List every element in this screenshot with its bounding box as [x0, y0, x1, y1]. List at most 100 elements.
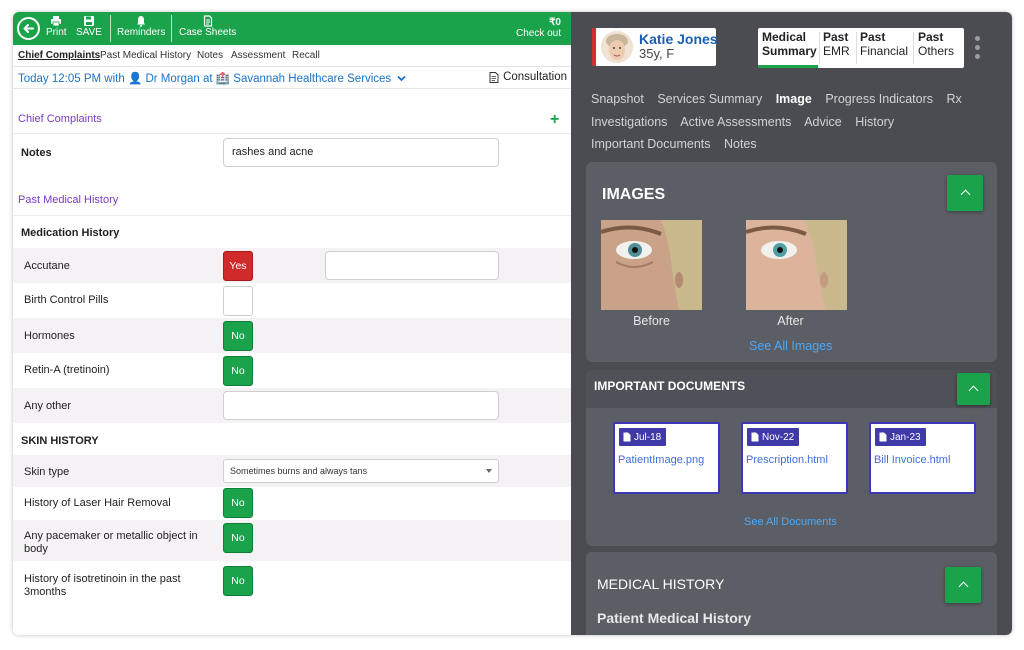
tab-past-financial[interactable]: Past Financial — [860, 30, 908, 58]
isotretinoin-no-toggle[interactable]: No — [223, 566, 253, 596]
nav-rx[interactable]: Rx — [946, 92, 961, 106]
tab-label: EMR — [823, 44, 850, 58]
before-caption: Before — [633, 314, 670, 328]
file-icon — [751, 432, 759, 442]
tab-assessment[interactable]: Assessment — [231, 50, 285, 61]
nav-advice[interactable]: Advice — [804, 115, 842, 129]
document-name: Bill Invoice.html — [874, 454, 951, 466]
reminders-button[interactable]: Reminders — [117, 15, 165, 39]
tab-past-medical-history[interactable]: Past Medical History — [100, 50, 191, 61]
top-toolbar: Print SAVE Reminders Case Sheets ₹0 Chec… — [13, 12, 571, 45]
medical-history-title: MEDICAL HISTORY — [597, 576, 725, 592]
document-icon — [203, 15, 212, 27]
tab-divider — [913, 32, 914, 64]
face-photo — [601, 220, 702, 310]
nav-investigations[interactable]: Investigations — [591, 115, 667, 129]
case-sheets-label: Case Sheets — [179, 27, 237, 38]
retin-a-no-toggle[interactable]: No — [223, 356, 253, 386]
after-caption: After — [777, 314, 804, 328]
floppy-disk-icon — [83, 16, 94, 26]
checkout-amount: ₹0 — [549, 17, 561, 28]
save-button[interactable]: SAVE — [76, 15, 102, 39]
document-tile[interactable]: Jul-18 PatientImage.png — [613, 422, 720, 494]
see-all-images-link[interactable]: See All Images — [749, 339, 832, 353]
active-tab-indicator — [758, 65, 818, 68]
tab-label: Summary — [762, 44, 817, 58]
tab-medical-summary[interactable]: Medical Summary — [762, 30, 817, 58]
nav-active-assessments[interactable]: Active Assessments — [680, 115, 791, 129]
nav-important-documents[interactable]: Important Documents — [591, 137, 711, 151]
toolbar-divider — [110, 15, 111, 42]
medication-row-retin-a: Retin-A (tretinoin) — [13, 353, 571, 388]
visit-details: Today 12:05 PM with 👤 Dr Morgan at 🏥 Sav… — [18, 73, 392, 85]
document-date: Jan-23 — [890, 431, 921, 443]
medication-row-birth-control: Birth Control Pills — [13, 283, 571, 318]
accutane-details-field[interactable] — [325, 251, 499, 280]
nav-notes[interactable]: Notes — [724, 137, 757, 151]
face-photo — [746, 220, 847, 310]
summary-nav: Snapshot Services Summary Image Progress… — [591, 88, 1001, 156]
tab-label: Others — [918, 44, 955, 58]
document-date-badge: Jul-18 — [619, 428, 667, 446]
divider — [13, 133, 571, 134]
nav-image[interactable]: Image — [776, 92, 812, 106]
consultation-button[interactable]: Consultation — [489, 71, 567, 83]
medical-history-collapse-button[interactable] — [945, 567, 981, 603]
chief-complaints-heading[interactable]: Chief Complaints — [18, 113, 102, 125]
more-options-icon[interactable] — [975, 36, 980, 59]
tab-past-others[interactable]: Past Others — [918, 30, 954, 58]
document-date: Jul-18 — [634, 431, 662, 443]
nav-snapshot[interactable]: Snapshot — [591, 92, 644, 106]
tab-notes[interactable]: Notes — [197, 50, 223, 61]
skin-type-select[interactable]: Sometimes burns and always tans — [223, 459, 499, 483]
images-title: IMAGES — [602, 186, 666, 203]
see-all-documents-link[interactable]: See All Documents — [744, 516, 837, 528]
skin-history-label: History of Laser Hair Removal — [24, 497, 171, 509]
after-image[interactable] — [746, 220, 847, 310]
tab-label: Medical — [762, 30, 807, 44]
document-date: Nov-22 — [762, 431, 795, 443]
patient-name: Katie Jones — [639, 31, 718, 47]
before-image[interactable] — [601, 220, 702, 310]
images-collapse-button[interactable] — [947, 175, 983, 211]
patient-card[interactable]: Katie Jones 35y, F — [592, 28, 718, 66]
nav-progress-indicators[interactable]: Progress Indicators — [825, 92, 933, 106]
checkout-button[interactable]: ₹0 Check out — [516, 17, 561, 39]
any-other-field[interactable] — [223, 391, 499, 420]
accutane-yes-toggle[interactable]: Yes — [223, 251, 253, 281]
print-button[interactable]: Print — [46, 15, 67, 39]
tab-chief-complaints[interactable]: Chief Complaints — [18, 50, 100, 61]
past-medical-history-heading[interactable]: Past Medical History — [18, 194, 118, 206]
visit-info-text[interactable]: Today 12:05 PM with 👤 Dr Morgan at 🏥 Sav… — [18, 71, 407, 85]
add-complaint-button[interactable]: + — [550, 111, 559, 129]
summary-tabs: Medical Summary Past EMR Past Financial … — [758, 28, 964, 68]
notes-field[interactable]: rashes and acne — [223, 138, 499, 167]
notes-label: Notes — [21, 147, 52, 159]
nav-services-summary[interactable]: Services Summary — [657, 92, 762, 106]
tab-label: Past — [823, 30, 849, 44]
arrow-left-icon — [23, 24, 34, 33]
birth-control-toggle[interactable] — [223, 286, 253, 316]
save-label: SAVE — [76, 27, 102, 38]
bell-icon — [137, 16, 146, 27]
divider — [13, 215, 571, 216]
document-tile[interactable]: Nov-22 Prescription.html — [741, 422, 848, 494]
tab-past-emr[interactable]: Past EMR — [823, 30, 850, 58]
case-sheets-button[interactable]: Case Sheets — [179, 15, 236, 39]
laser-hair-removal-no-toggle[interactable]: No — [223, 488, 253, 518]
nav-history[interactable]: History — [855, 115, 894, 129]
avatar — [601, 31, 633, 63]
document-date-badge: Nov-22 — [747, 428, 800, 446]
medication-history-heading: Medication History — [21, 227, 120, 239]
chevron-down-icon — [397, 75, 407, 82]
skin-history-row: Any pacemaker or metallic object in body — [13, 520, 571, 561]
documents-collapse-button[interactable] — [957, 373, 990, 405]
file-icon — [879, 432, 887, 442]
medication-label: Any other — [24, 400, 72, 412]
tab-recall[interactable]: Recall — [292, 50, 320, 61]
pacemaker-no-toggle[interactable]: No — [223, 523, 253, 553]
back-button[interactable] — [17, 17, 40, 40]
medication-label: Retin-A (tretinoin) — [24, 364, 110, 376]
document-tile[interactable]: Jan-23 Bill Invoice.html — [869, 422, 976, 494]
hormones-no-toggle[interactable]: No — [223, 321, 253, 351]
